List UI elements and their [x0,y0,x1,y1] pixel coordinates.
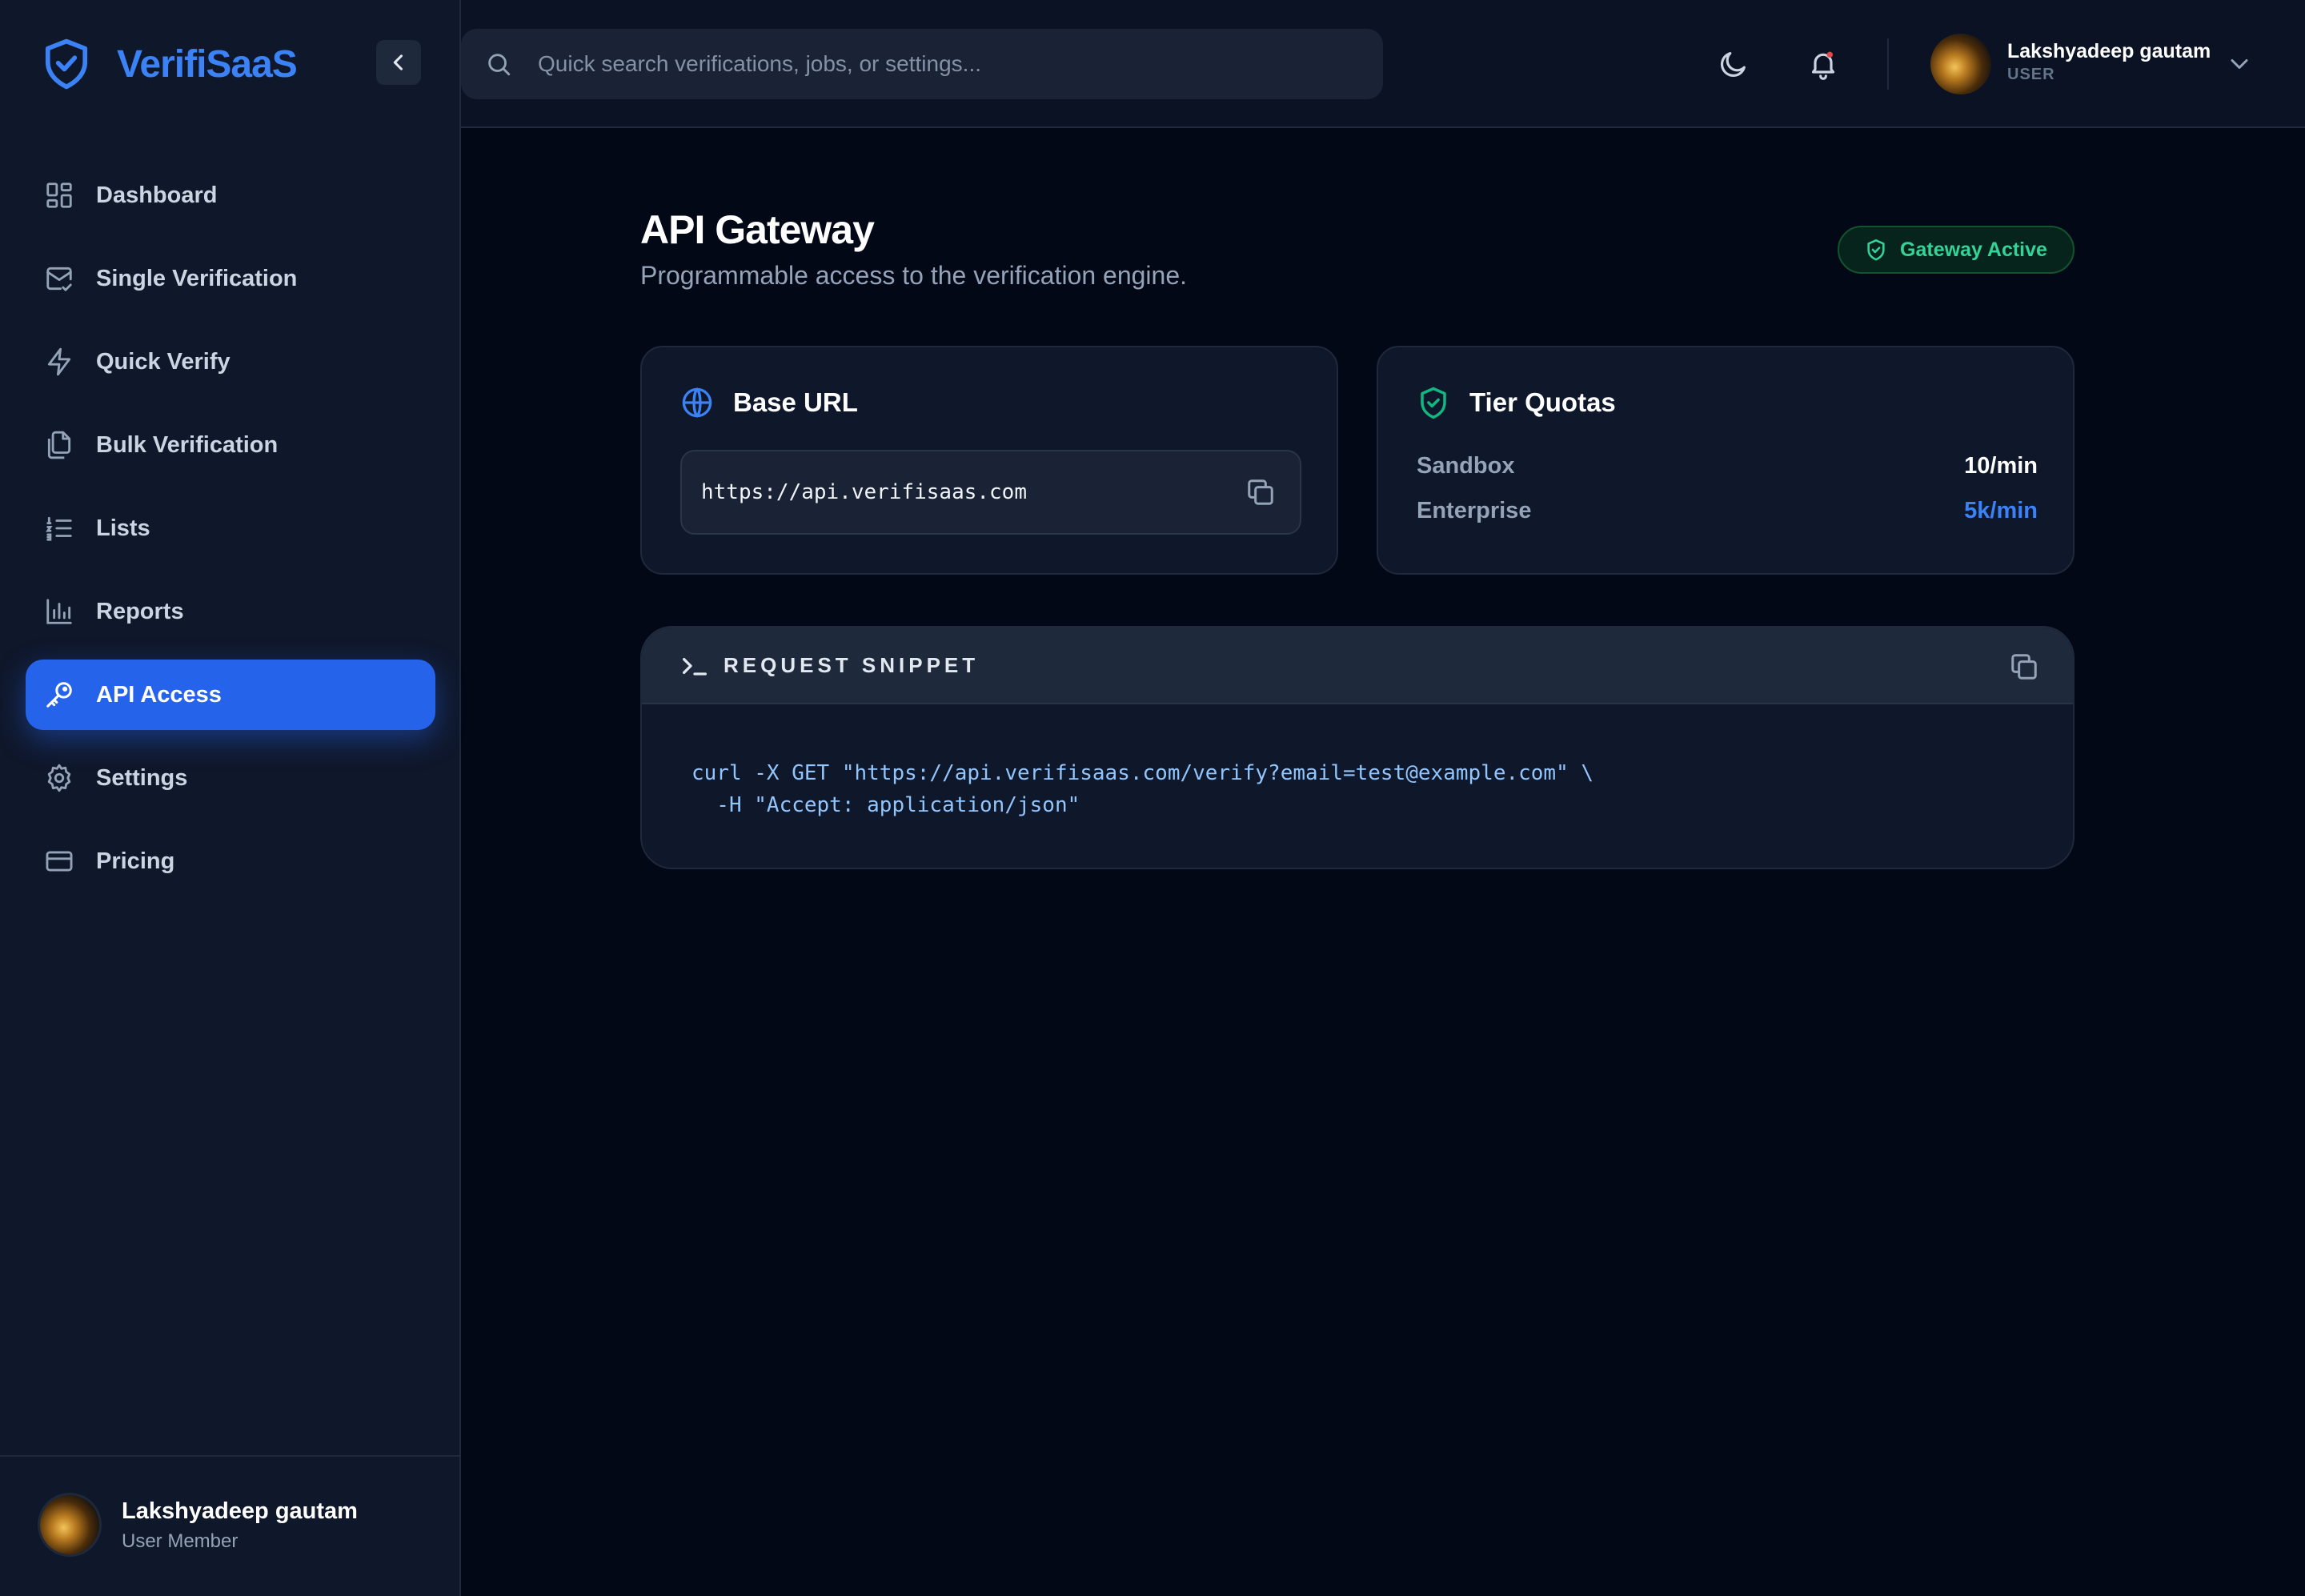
sidebar-item-label: Lists [96,515,150,541]
sidebar-item-quick-verify[interactable]: Quick Verify [26,327,435,397]
notifications-button[interactable] [1801,42,1846,86]
status-badge: Gateway Active [1838,226,2074,274]
sidebar-item-reports[interactable]: Reports [26,576,435,647]
lightning-icon [43,346,75,378]
request-snippet-panel: REQUEST SNIPPET curl -X GET "https://api… [640,626,2074,869]
sidebar-item-label: Dashboard [96,182,218,208]
sidebar-item-label: Pricing [96,848,175,874]
brand-name: VerifiSaaS [117,42,298,86]
key-icon [43,679,75,711]
shield-check-icon [1421,387,1446,419]
files-icon [43,429,75,461]
gear-icon [43,762,75,794]
card-header: Base URL [680,386,858,419]
sidebar-item-label: Single Verification [96,265,298,291]
page-title: API Gateway [640,207,875,252]
sidebar-item-bulk-verification[interactable]: Bulk Verification [26,410,435,480]
list-ordered-icon [43,512,75,544]
user-name[interactable]: Lakshyadeep gautam [2007,40,2211,63]
quota-name: Enterprise [1417,498,1532,523]
avatar [40,1495,99,1554]
sidebar-item-dashboard[interactable]: Dashboard [26,160,435,231]
bell-icon [1811,51,1835,80]
mail-check-icon [43,263,75,295]
card-title: Base URL [733,387,858,417]
search-icon [488,54,511,76]
sidebar-item-api-access[interactable]: API Access [26,660,435,730]
sidebar-item-label: Bulk Verification [96,431,279,458]
bar-chart-icon [43,595,75,628]
base-url-card: Base URL https://api.verifisaas.com [640,346,1338,575]
tier-quotas-card: Tier Quotas Sandbox 10/min Enterprise 5k… [1377,346,2074,575]
globe-icon [682,387,712,418]
brand[interactable]: VerifiSaaS [42,37,298,91]
shield-check-logo-icon [45,38,88,90]
avatar[interactable] [1930,34,1991,94]
sidebar-item-lists[interactable]: Lists [26,493,435,563]
sidebar-nav: Dashboard Single Verification Quick Veri… [26,160,435,909]
quota-value: 10/min [1964,453,2038,479]
sidebar-item-single-verification[interactable]: Single Verification [26,243,435,314]
sidebar: VerifiSaaS Dashboard Single Verification… [0,0,461,1596]
shield-check-icon [1867,239,1885,261]
snippet-title: REQUEST SNIPPET [724,653,980,677]
credit-card-icon [43,845,75,877]
terminal-icon [683,658,707,676]
copy-icon[interactable] [2009,652,2039,682]
sidebar-user-profile[interactable]: Lakshyadeep gautam User Member [0,1455,459,1596]
search-placeholder: Quick search verifications, jobs, or set… [538,51,981,76]
snippet-header: REQUEST SNIPPET [642,628,2073,704]
copy-icon[interactable] [1245,477,1276,507]
sidebar-item-label: Settings [96,764,188,791]
chevron-left-icon [393,54,403,70]
moon-icon [1720,52,1746,78]
base-url-field[interactable]: https://api.verifisaas.com [680,450,1301,535]
grid-icon [43,179,75,211]
user-role: USER [2007,66,2055,83]
collapse-sidebar-button[interactable] [376,40,421,85]
code-block[interactable]: curl -X GET "https://api.verifisaas.com/… [692,757,1593,821]
status-label: Gateway Active [1900,238,2047,261]
sidebar-item-label: API Access [96,681,222,708]
card-title: Tier Quotas [1469,387,1616,417]
chevron-down-icon[interactable] [2225,50,2254,78]
sidebar-item-pricing[interactable]: Pricing [26,826,435,896]
quota-name: Sandbox [1417,453,1515,479]
quota-row-sandbox: Sandbox 10/min [1417,453,2038,485]
divider [1887,38,1889,90]
quota-value: 5k/min [1964,498,2038,523]
user-role: User Member [122,1530,239,1552]
page-subtitle: Programmable access to the verification … [640,261,1188,290]
user-name: Lakshyadeep gautam [122,1498,358,1524]
search-input[interactable]: Quick search verifications, jobs, or set… [461,29,1383,99]
sidebar-item-label: Reports [96,598,184,624]
theme-toggle-button[interactable] [1711,42,1756,86]
card-header: Tier Quotas [1417,386,1616,419]
base-url-value: https://api.verifisaas.com [701,480,1027,504]
sidebar-item-label: Quick Verify [96,348,230,375]
sidebar-item-settings[interactable]: Settings [26,743,435,813]
quota-row-enterprise: Enterprise 5k/min [1417,498,2038,530]
topbar: Quick search verifications, jobs, or set… [461,0,2305,128]
